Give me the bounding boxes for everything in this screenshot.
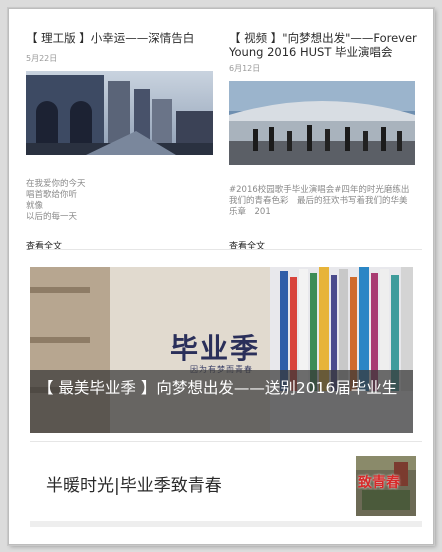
campus-gate-image xyxy=(26,71,213,155)
article-title[interactable]: 【 视频 】"向梦想出发"——Forever Young 2016 HUST 毕… xyxy=(229,31,419,59)
excerpt-line: 乐章 201 xyxy=(229,207,271,217)
list-item-thumbnail: 致青春 xyxy=(356,456,416,516)
banner-caption: 【 最美毕业季 】向梦想出发——送别2016届毕业生 xyxy=(30,370,413,433)
excerpt-line: 以后的每一天 xyxy=(26,212,78,222)
article-excerpt: 在我爱你的今天 唱首歌给你听 就像 以后的每一天 xyxy=(26,179,86,223)
excerpt-line: 就像 xyxy=(26,201,44,211)
banner-stamp-text: 毕业季 xyxy=(170,332,261,365)
excerpt-line: 我们的青春色彩 最后的狂欢书写着我们的华美 xyxy=(229,196,408,206)
article-date: 5月22日 xyxy=(26,54,58,63)
read-more-link[interactable]: 查看全文 xyxy=(26,239,62,252)
article-thumbnail[interactable] xyxy=(229,81,415,165)
list-item-title: 半暖时光|毕业季致青春 xyxy=(46,476,222,496)
featured-banner[interactable]: 毕业季 因为有梦而青春 【 最美毕业季 】向梦想出发——送别2016届毕业生 xyxy=(30,267,413,433)
divider xyxy=(30,441,422,442)
read-more-link[interactable]: 查看全文 xyxy=(229,239,265,252)
article-title[interactable]: 【 理工版 】小幸运——深情告白 xyxy=(26,31,216,45)
article-thumbnail[interactable] xyxy=(26,71,213,155)
concert-image xyxy=(229,81,415,165)
excerpt-line: #2016校园歌手毕业演唱会#四年的时光磨练出 xyxy=(229,185,410,195)
article-feed: 【 理工版 】小幸运——深情告白 5月22日 在我爱你的今天 唱首歌给你听 就像… xyxy=(8,8,434,545)
bottom-divider xyxy=(30,521,422,527)
article-date: 6月12日 xyxy=(229,64,261,73)
excerpt-line: 在我爱你的今天 xyxy=(26,179,86,189)
thumbnail-text: 致青春 xyxy=(358,475,400,491)
list-item[interactable]: 半暖时光|毕业季致青春 致青春 xyxy=(30,445,422,520)
divider xyxy=(30,249,422,250)
article-card-1[interactable]: 【 理工版 】小幸运——深情告白 5月22日 在我爱你的今天 唱首歌给你听 就像… xyxy=(26,31,216,252)
excerpt-line: 唱首歌给你听 xyxy=(26,190,78,200)
article-excerpt: #2016校园歌手毕业演唱会#四年的时光磨练出 我们的青春色彩 最后的狂欢书写着… xyxy=(229,185,409,218)
article-card-2[interactable]: 【 视频 】"向梦想出发"——Forever Young 2016 HUST 毕… xyxy=(229,31,419,252)
